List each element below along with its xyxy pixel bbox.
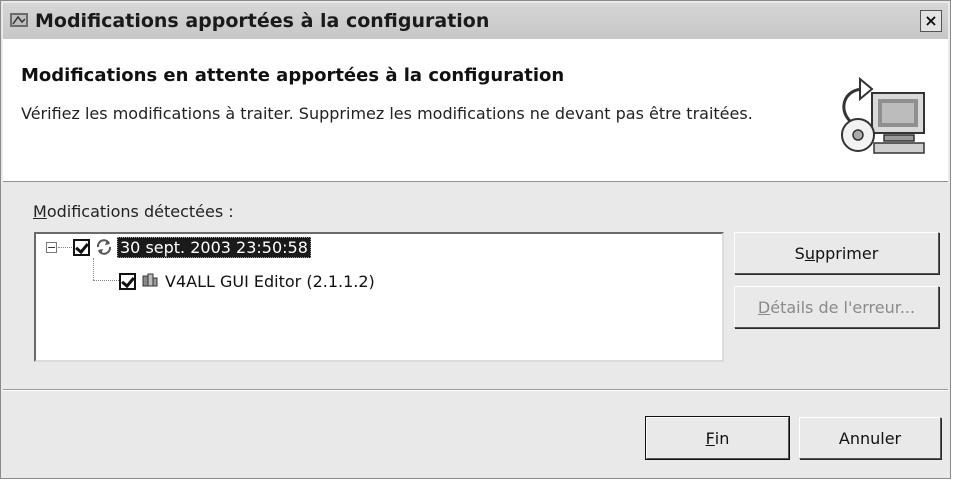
app-icon [10, 13, 28, 27]
tree-connector [93, 280, 119, 281]
configuration-changes-dialog: Modifications apportées à la configurati… [0, 0, 951, 479]
tree-item-label: V4ALL GUI Editor (2.1.1.2) [165, 271, 375, 291]
close-button[interactable]: × [920, 10, 942, 32]
computer-update-icon [841, 76, 925, 154]
date-checkbox[interactable] [73, 238, 90, 256]
tree-item-label: 30 sept. 2003 23:50:58 [117, 236, 311, 258]
tree-connector [93, 258, 94, 280]
finish-button[interactable]: Fin [645, 416, 790, 460]
changes-tree[interactable]: − 30 sept. 2003 23:50:58 V4ALL GUI Edito… [34, 232, 724, 362]
dialog-header: Modifications en attente apportées à la … [3, 39, 948, 182]
sync-icon [96, 239, 112, 255]
remove-button[interactable]: Su pprimer [734, 232, 939, 274]
tree-row-date[interactable]: − 30 sept. 2003 23:50:58 [46, 236, 311, 258]
feature-icon [142, 273, 158, 287]
title-bar[interactable]: Modifications apportées à la configurati… [3, 3, 948, 40]
window-title: Modifications apportées à la configurati… [35, 10, 490, 32]
close-icon: × [924, 11, 938, 30]
collapse-toggle[interactable]: − [46, 241, 57, 253]
detected-changes-label: Modifications détectées : [33, 202, 234, 221]
footer-separator [3, 389, 948, 391]
cancel-button[interactable]: Annuler [799, 417, 941, 459]
header-description: Vérifiez les modifications à traiter. Su… [21, 104, 753, 123]
tree-row-feature[interactable]: V4ALL GUI Editor (2.1.1.2) [119, 270, 377, 292]
feature-checkbox[interactable] [119, 272, 136, 290]
header-title: Modifications en attente apportées à la … [21, 65, 565, 86]
error-details-button[interactable]: Détails de l'erreur... [734, 286, 939, 328]
